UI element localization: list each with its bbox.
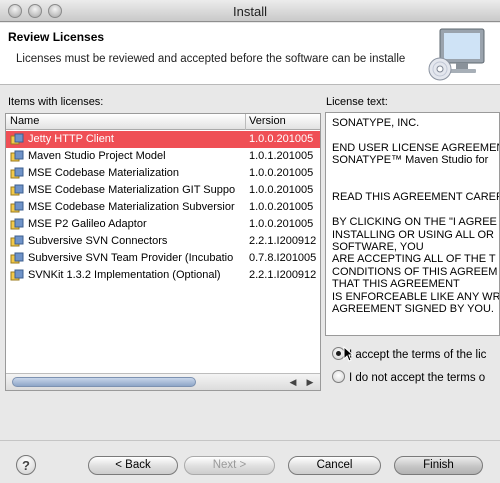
- scrollbar-thumb[interactable]: [12, 377, 196, 387]
- reject-label: I do not accept the terms o: [349, 372, 486, 384]
- table-row[interactable]: MSE Codebase Materialization Subversior 1…: [6, 199, 320, 216]
- installable-unit-icon: [10, 201, 24, 213]
- table-row[interactable]: MSE P2 Galileo Adaptor 1.0.0.201005: [6, 216, 320, 233]
- license-text-area[interactable]: SONATYPE, INC. END USER LICENSE AGREEMEN…: [325, 112, 500, 336]
- reject-radio[interactable]: [332, 370, 345, 383]
- row-version: 2.2.1.I200912: [249, 269, 317, 281]
- back-button[interactable]: < Back: [88, 456, 178, 475]
- row-name: MSE P2 Galileo Adaptor: [28, 218, 147, 230]
- column-header-version[interactable]: Version: [249, 115, 286, 127]
- row-name: MSE Codebase Materialization Subversior: [28, 201, 235, 213]
- window-title-bar: Install: [0, 0, 500, 22]
- mouse-pointer-icon: [343, 346, 353, 362]
- accept-label: I accept the terms of the lic: [349, 349, 487, 361]
- row-version: 1.0.0.201005: [249, 201, 314, 213]
- page-description: Licenses must be reviewed and accepted b…: [16, 53, 406, 65]
- items-label: Items with licenses:: [8, 96, 104, 108]
- row-version: 0.7.8.I201005: [249, 252, 317, 264]
- items-list: Jetty HTTP Client 1.0.0.201005 Maven Studi…: [6, 131, 320, 284]
- installable-unit-icon: [10, 133, 24, 145]
- row-name: Jetty HTTP Client: [28, 133, 114, 145]
- table-row[interactable]: MSE Codebase Materialization GIT Suppo 1.…: [6, 182, 320, 199]
- column-divider[interactable]: [245, 114, 246, 130]
- installable-unit-icon: [10, 150, 24, 162]
- row-name: MSE Codebase Materialization GIT Suppo: [28, 184, 236, 196]
- row-version: 2.2.1.I200912: [249, 235, 317, 247]
- install-monitor-icon: [428, 28, 485, 81]
- scroll-left-icon[interactable]: ◀: [286, 376, 300, 388]
- accept-option[interactable]: I accept the terms of the lic: [332, 347, 486, 361]
- row-version: 1.0.0.201005: [249, 133, 314, 145]
- row-version: 1.0.0.201005: [249, 218, 314, 230]
- installable-unit-icon: [10, 269, 24, 281]
- installable-unit-icon: [10, 235, 24, 247]
- license-text: SONATYPE, INC. END USER LICENSE AGREEMEN…: [332, 117, 500, 316]
- row-version: 1.0.1.201005: [249, 150, 314, 162]
- help-icon[interactable]: ?: [16, 455, 36, 475]
- installable-unit-icon: [10, 167, 24, 179]
- row-version: 1.0.0.201005: [249, 184, 314, 196]
- window-title: Install: [233, 4, 267, 19]
- next-button[interactable]: Next >: [184, 456, 275, 475]
- table-row[interactable]: Subversive SVN Connectors 2.2.1.I200912: [6, 233, 320, 250]
- installable-unit-icon: [10, 252, 24, 264]
- row-name: SVNKit 1.3.2 Implementation (Optional): [28, 269, 221, 281]
- table-row[interactable]: MSE Codebase Materialization 1.0.0.201005: [6, 165, 320, 182]
- reject-option[interactable]: I do not accept the terms o: [332, 370, 485, 384]
- column-header-name[interactable]: Name: [10, 115, 39, 127]
- items-table[interactable]: Name Version Jetty HTTP Client 1.0.0.2010…: [5, 113, 321, 391]
- license-label: License text:: [326, 96, 388, 108]
- footer-divider: [0, 440, 500, 441]
- finish-button[interactable]: Finish: [394, 456, 483, 475]
- table-header: Name Version: [6, 114, 320, 130]
- cancel-button[interactable]: Cancel: [288, 456, 381, 475]
- row-name: MSE Codebase Materialization: [28, 167, 180, 179]
- scroll-right-icon[interactable]: ▶: [303, 376, 317, 388]
- table-row[interactable]: Subversive SVN Team Provider (Incubatio 0…: [6, 250, 320, 267]
- installable-unit-icon: [10, 184, 24, 196]
- table-row[interactable]: Maven Studio Project Model 1.0.1.201005: [6, 148, 320, 165]
- installable-unit-icon: [10, 218, 24, 230]
- row-name: Subversive SVN Connectors: [28, 235, 168, 247]
- row-name: Subversive SVN Team Provider (Incubatio: [28, 252, 234, 264]
- table-row[interactable]: SVNKit 1.3.2 Implementation (Optional) 2.…: [6, 267, 320, 284]
- table-row[interactable]: Jetty HTTP Client 1.0.0.201005: [6, 131, 320, 148]
- horizontal-scrollbar[interactable]: ◀ ▶: [6, 373, 320, 390]
- wizard-header: Review Licenses Licenses must be reviewe…: [0, 23, 500, 85]
- row-version: 1.0.0.201005: [249, 167, 314, 179]
- row-name: Maven Studio Project Model: [28, 150, 166, 162]
- page-title: Review Licenses: [8, 30, 105, 44]
